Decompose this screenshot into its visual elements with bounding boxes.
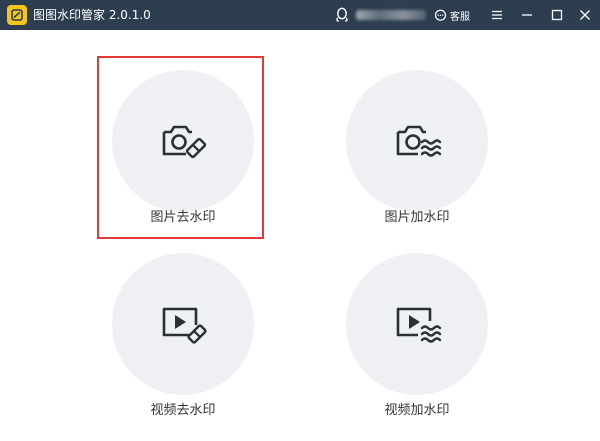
tile-image-add-watermark[interactable]: 图片加水印: [346, 70, 516, 230]
tile-label: 视频加水印: [384, 403, 450, 418]
menu-icon: [492, 10, 502, 20]
tile-label: 图片加水印: [384, 210, 450, 225]
camera-eraser-icon: [162, 125, 207, 159]
menu-button[interactable]: [483, 0, 511, 30]
tile-circle[interactable]: [112, 253, 254, 395]
minimize-button[interactable]: [513, 0, 541, 30]
close-button[interactable]: [571, 0, 599, 30]
close-icon: [580, 10, 590, 20]
video-eraser-icon: [162, 307, 207, 344]
support-label: 客服: [450, 11, 470, 23]
maximize-icon: [551, 9, 563, 21]
video-wave-icon: [396, 307, 442, 343]
qq-penguin-icon[interactable]: [335, 7, 349, 23]
tile-circle[interactable]: [112, 70, 254, 212]
tile-circle[interactable]: [346, 70, 488, 212]
tile-video-remove-watermark[interactable]: 视频去水印: [112, 253, 282, 423]
app-title: 图图水印管家 2.0.1.0: [33, 8, 151, 22]
maximize-button[interactable]: [543, 0, 571, 30]
title-bar: 图图水印管家 2.0.1.0 客服: [0, 0, 600, 30]
tile-video-add-watermark[interactable]: 视频加水印: [346, 253, 516, 423]
chat-bubble-icon: [434, 9, 447, 21]
tile-label: 图片去水印: [150, 210, 216, 225]
app-logo-glyph: [11, 9, 23, 21]
camera-wave-icon: [396, 125, 442, 157]
tile-label: 视频去水印: [150, 403, 216, 418]
tile-image-remove-watermark[interactable]: 图片去水印: [112, 70, 282, 230]
minimize-icon: [522, 14, 532, 16]
app-logo-icon: [7, 5, 27, 25]
tile-circle[interactable]: [346, 253, 488, 395]
support-button[interactable]: 客服: [434, 6, 470, 24]
user-name-blurred[interactable]: [356, 10, 426, 20]
